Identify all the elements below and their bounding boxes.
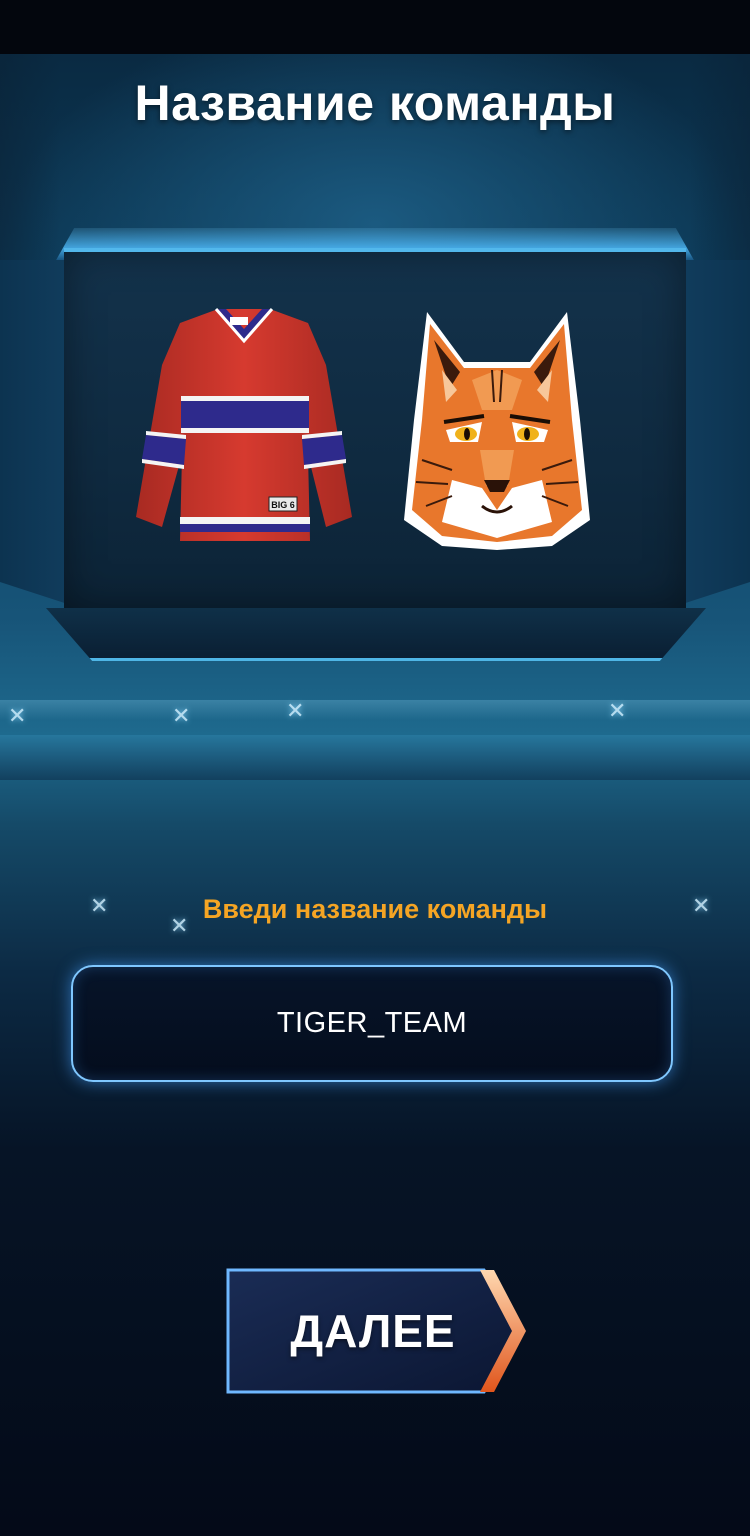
next-button[interactable]: ДАЛЕЕ [222,1264,534,1398]
page-title: Название команды [134,75,616,131]
team-name-prompt: Введи название команды [202,894,548,924]
team-name-input-value: TIGER_TEAM [276,1007,468,1039]
sparkle-icon: ✕ [286,698,305,723]
hockey-jersey-icon: BIG 6 [136,308,352,541]
status-bar [0,0,750,54]
team-name-input[interactable]: TIGER_TEAM [71,965,673,1082]
arena-ledge-light [0,700,750,720]
lynx-logo-icon [404,312,590,550]
jersey-tag-label: BIG 6 [271,500,295,510]
next-button-label: ДАЛЕЕ [290,1305,456,1357]
arena-ledge [0,735,750,780]
sparkle-icon: ✕ [172,703,191,728]
sparkle-icon: ✕ [608,698,627,723]
sparkle-icon: ✕ [8,703,27,728]
scoreboard-bottom [46,608,706,661]
